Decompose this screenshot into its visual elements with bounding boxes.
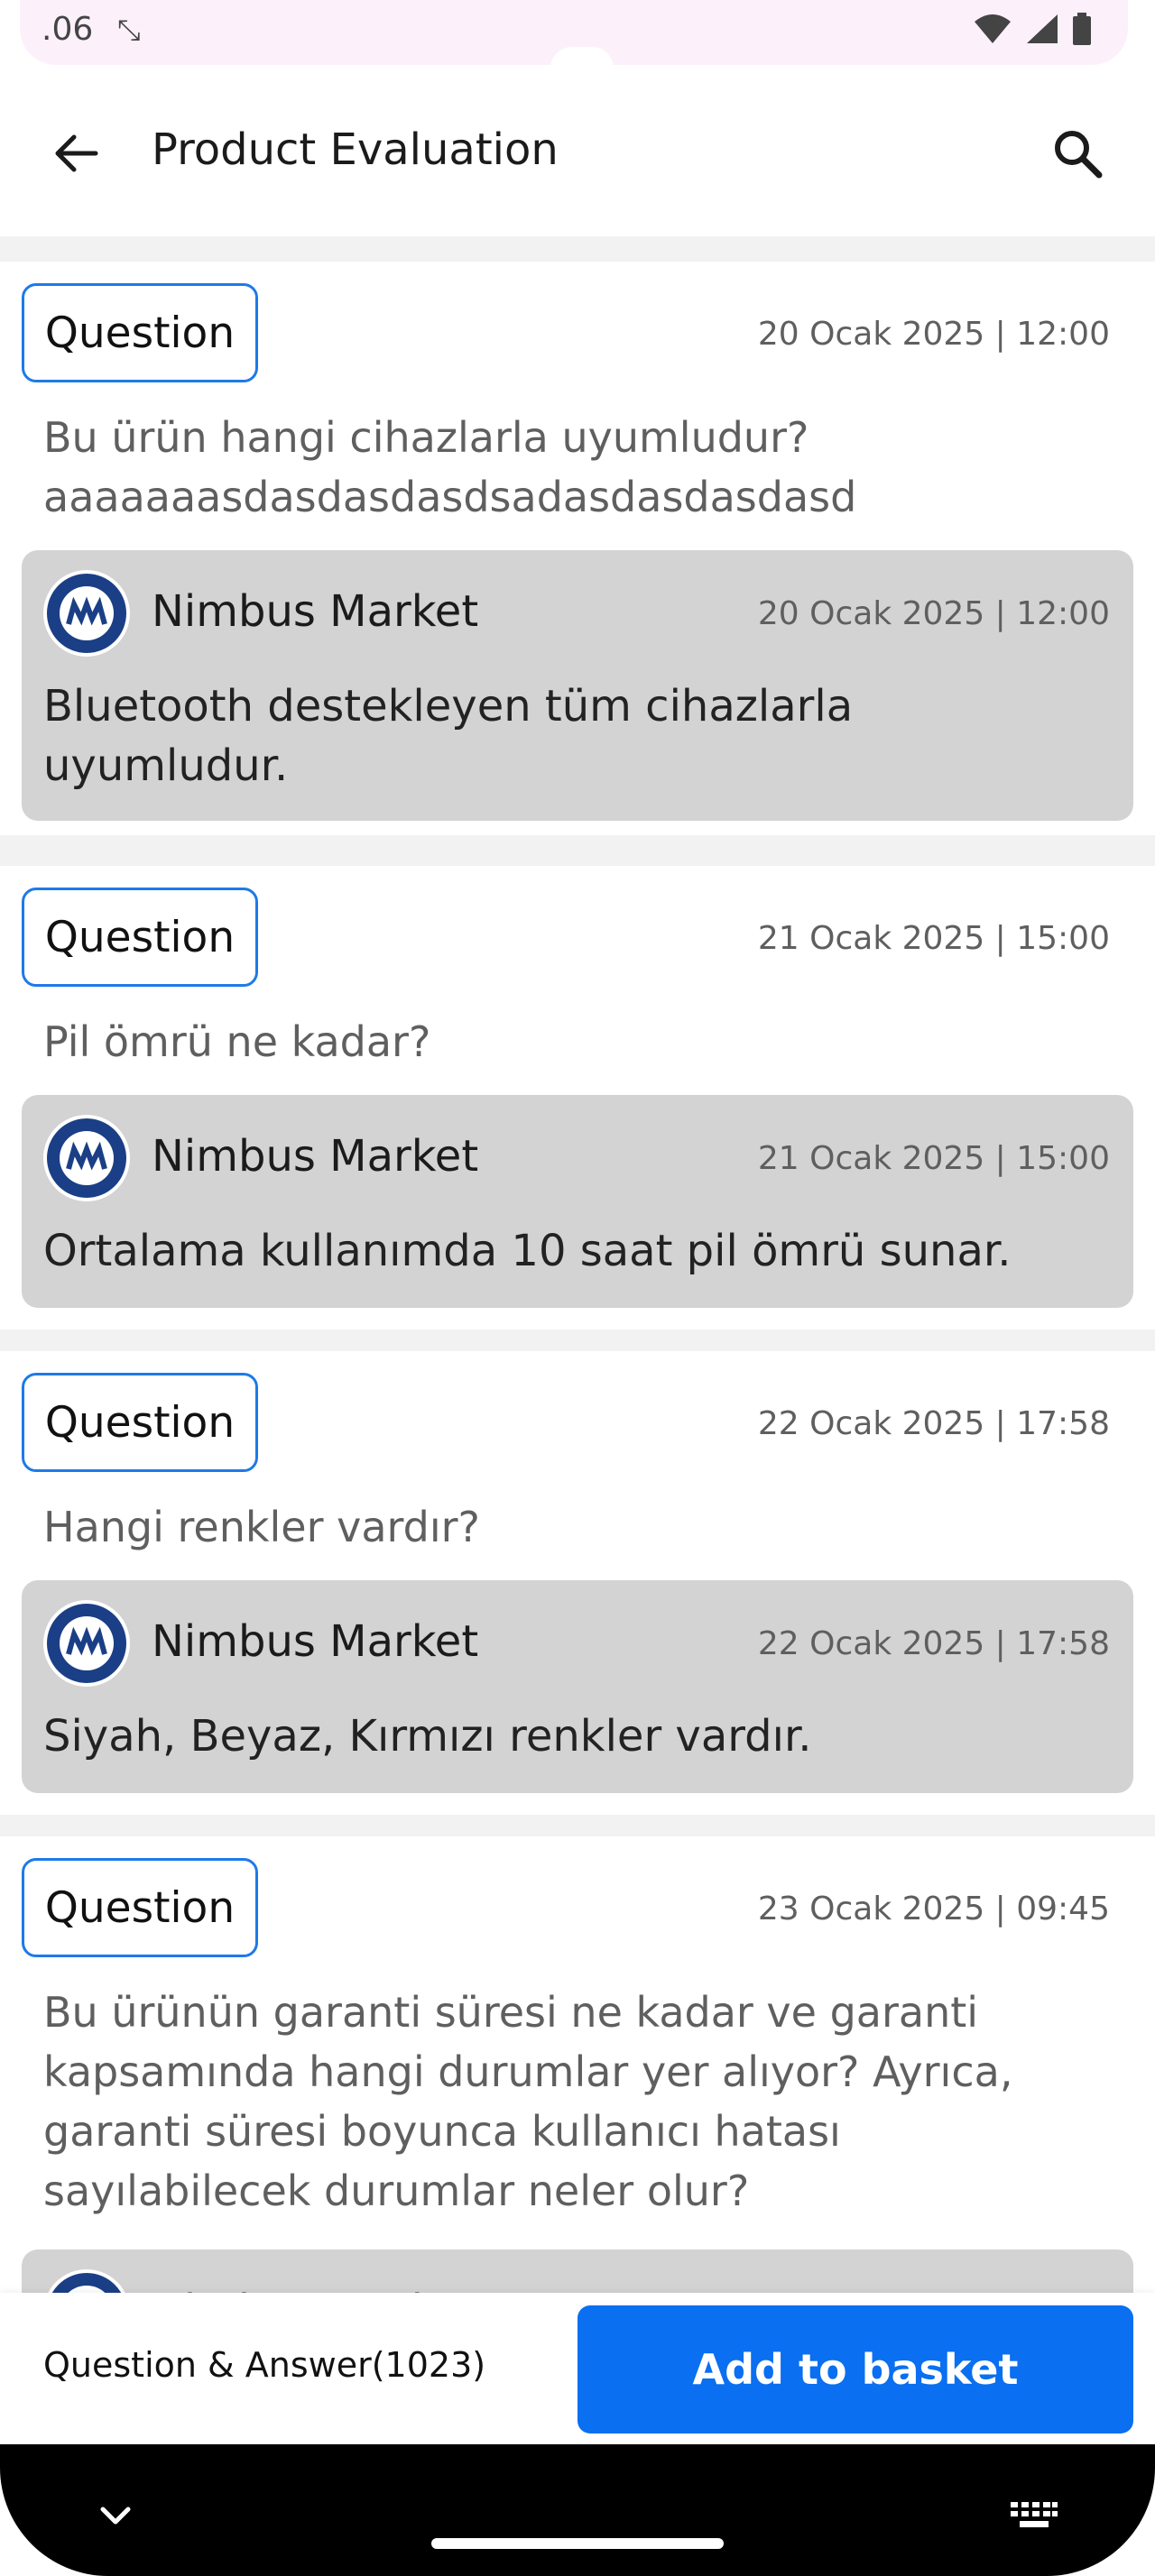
- question-text: Hangi renkler vardır?: [43, 1503, 480, 1551]
- question-card: Question 23 Ocak 2025 | 09:45 Bu ürünün …: [0, 1836, 1155, 2293]
- answer-text: Bluetooth destekleyen tüm cihazlarla uyu…: [43, 681, 854, 791]
- bottom-action-bar: Question & Answer(1023) Add to basket: [0, 2293, 1155, 2444]
- signal-icon: [1027, 14, 1058, 43]
- app-bar: Product Evaluation: [0, 65, 1155, 242]
- answer-box: Nimbus Market 22 Ocak 2025 | 17:58 Siyah…: [22, 1580, 1133, 1793]
- system-navigation-bar: [0, 2444, 1155, 2576]
- status-time: .06: [42, 11, 94, 48]
- answer-box: Nimbus Market 20 Ocak 2025 | 12:00 Bluet…: [22, 550, 1133, 821]
- seller-name: Nimbus Market: [152, 586, 479, 637]
- add-to-basket-button[interactable]: Add to basket: [578, 2305, 1133, 2433]
- search-button[interactable]: [1041, 117, 1113, 189]
- status-bar: .06 ⤡: [0, 0, 1155, 69]
- page-title: Product Evaluation: [152, 124, 559, 175]
- seller-logo-emblem: [60, 586, 114, 640]
- question-date: 22 Ocak 2025 | 17:58: [757, 1405, 1110, 1442]
- home-gesture-handle[interactable]: [431, 2538, 724, 2549]
- back-arrow-icon: [55, 134, 98, 172]
- question-date: 20 Ocak 2025 | 12:00: [757, 316, 1110, 353]
- question-card: Question 22 Ocak 2025 | 17:58 Hangi renk…: [0, 1351, 1155, 1815]
- answer-box: Nimbus Market 21 Ocak 2025 | 15:00 Ortal…: [22, 1095, 1133, 1308]
- seller-logo-emblem: [68, 2286, 106, 2293]
- status-icons: [973, 13, 1092, 45]
- seller-logo: [43, 2269, 130, 2293]
- battery-icon: [1073, 13, 1091, 45]
- answer-text: Ortalama kullanımda 10 saat pil ömrü sun…: [43, 1226, 1012, 1276]
- question-chip[interactable]: Question: [22, 1858, 258, 1957]
- question-chip[interactable]: Question: [22, 888, 258, 987]
- seller-name: Nimbus Market: [152, 1131, 479, 1182]
- question-date: 23 Ocak 2025 | 09:45: [757, 1891, 1110, 1927]
- seller-name: Nimbus Market: [152, 2286, 478, 2293]
- chevron-down-icon[interactable]: [97, 2502, 134, 2529]
- question-answer-count-link[interactable]: Question & Answer(1023): [43, 2345, 485, 2385]
- question-chip[interactable]: Question: [22, 283, 258, 382]
- answer-date: 22 Ocak 2025 | 17:58: [757, 1625, 1110, 1662]
- search-icon: [1055, 131, 1103, 179]
- screen-rotate-icon: ⤡: [117, 13, 141, 47]
- answer-text: Siyah, Beyaz, Kırmızı renkler vardır.: [43, 1711, 812, 1762]
- question-text: Bu ürünün garanti süresi ne kadar ve gar…: [43, 1988, 1013, 2215]
- wifi-icon: [975, 14, 1011, 43]
- seller-logo: [43, 1115, 130, 1201]
- keyboard-icon[interactable]: [1009, 2500, 1059, 2531]
- seller-logo-emblem: [60, 1616, 114, 1670]
- question-date: 21 Ocak 2025 | 15:00: [757, 920, 1110, 957]
- question-card: Question 20 Ocak 2025 | 12:00 Bu ürün ha…: [0, 262, 1155, 835]
- question-chip[interactable]: Question: [22, 1373, 258, 1472]
- seller-name: Nimbus Market: [152, 1616, 479, 1667]
- answer-date: 20 Ocak 2025 | 12:00: [757, 595, 1110, 632]
- question-text: Bu ürün hangi cihazlarla uyumludur? aaaa…: [43, 413, 857, 521]
- seller-logo: [43, 570, 130, 657]
- question-list[interactable]: Question 20 Ocak 2025 | 12:00 Bu ürün ha…: [0, 236, 1155, 2293]
- answer-box: Nimbus Market: [22, 2249, 1133, 2293]
- seller-logo-emblem: [60, 1131, 114, 1185]
- seller-logo: [43, 1600, 130, 1687]
- question-card: Question 21 Ocak 2025 | 15:00 Pil ömrü n…: [0, 866, 1155, 1329]
- answer-date: 21 Ocak 2025 | 15:00: [757, 1140, 1110, 1177]
- back-button[interactable]: [42, 119, 110, 188]
- question-text: Pil ömrü ne kadar?: [43, 1017, 431, 1066]
